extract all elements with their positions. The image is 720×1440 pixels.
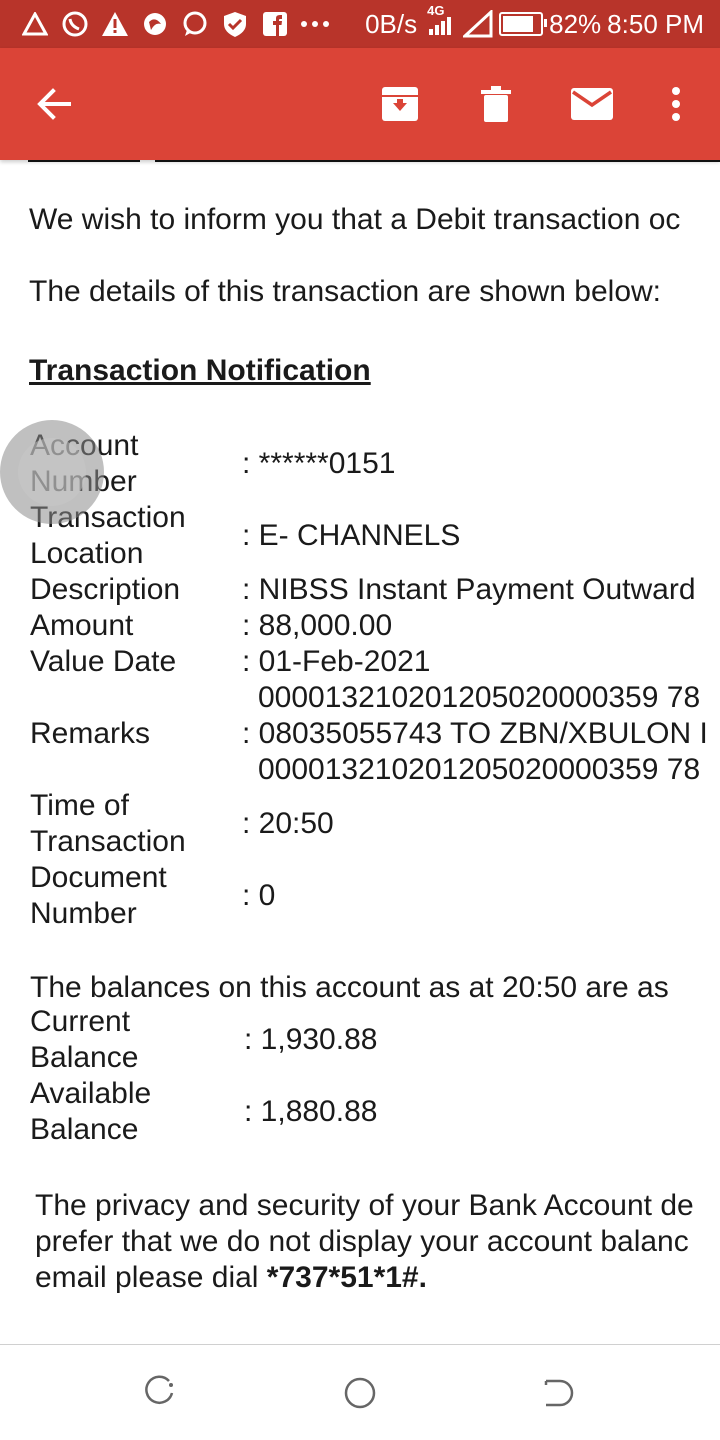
cell-signal-icon: 4G <box>423 3 457 39</box>
field-value: : 08035055743 TO ZBN/XBULON I <box>242 717 708 750</box>
chat-bubble-icon <box>180 9 210 39</box>
status-bar: 0B/s 4G 82% 8:50 PM <box>0 0 720 48</box>
email-body[interactable]: We wish to inform you that a Debit trans… <box>0 162 720 1342</box>
mark-unread-icon[interactable] <box>562 48 622 160</box>
field-label: Value Date <box>30 645 177 678</box>
privacy-line: email please dial *737*51*1#. <box>35 1260 694 1296</box>
warning-icon <box>100 9 130 39</box>
field-label: Remarks <box>30 717 151 750</box>
more-vert-icon[interactable] <box>650 48 702 160</box>
field-label: Time of Transaction <box>30 789 186 858</box>
field-value: : ******0151 <box>242 447 396 480</box>
archive-icon[interactable] <box>370 48 430 160</box>
field-label: Document Number <box>30 861 167 930</box>
whatsapp-icon <box>60 9 90 39</box>
transaction-heading: Transaction Notification <box>29 354 371 387</box>
field-label: Description <box>30 573 181 606</box>
field-label: Amount <box>30 609 134 642</box>
details-intro: The details of this transaction are show… <box>29 275 662 308</box>
field-value: 000013210201205020000359 78 <box>258 681 701 714</box>
touch-indicator <box>0 420 104 524</box>
field-value: 000013210201205020000359 78 <box>258 753 701 786</box>
bird-app-icon <box>140 9 170 39</box>
alert-triangle-outline-icon <box>20 9 50 39</box>
balances-intro: The balances on this account as at 20:50… <box>30 971 669 1004</box>
balance-label: Available Balance <box>30 1077 152 1146</box>
battery-icon <box>499 12 548 36</box>
privacy-line: The privacy and security of your Bank Ac… <box>35 1189 694 1222</box>
field-value: : E- CHANNELS <box>242 519 461 552</box>
more-dots-icon <box>300 9 330 39</box>
shield-check-icon <box>220 9 250 39</box>
home-icon[interactable] <box>340 1373 380 1413</box>
balance-value: : 1,880.88 <box>244 1095 378 1128</box>
privacy-line: prefer that we do not display your accou… <box>35 1225 689 1258</box>
privacy-line-text: email please dial <box>35 1261 267 1294</box>
intro-text: We wish to inform you that a Debit trans… <box>29 203 681 236</box>
status-right: 0B/s 4G 82% 8:50 PM <box>359 0 704 48</box>
delete-icon[interactable] <box>466 48 526 160</box>
app-bar <box>0 48 720 160</box>
field-value: : 01-Feb-2021 <box>242 645 431 678</box>
notification-icons <box>20 8 340 40</box>
back-icon[interactable] <box>538 1373 578 1413</box>
facebook-icon <box>260 9 290 39</box>
clock: 8:50 PM <box>607 8 704 39</box>
balance-label: Current Balance <box>30 1005 139 1074</box>
balance-value: : 1,930.88 <box>244 1023 378 1056</box>
back-arrow-icon[interactable] <box>20 48 90 160</box>
battery-percent: 82% <box>549 8 602 39</box>
nav-bar <box>0 1345 720 1440</box>
field-value: : 20:50 <box>242 807 334 840</box>
network-speed: 0B/s <box>365 8 418 39</box>
field-value: : NIBSS Instant Payment Outward <box>242 573 696 606</box>
field-value: : 0 <box>242 879 276 912</box>
network-type: 4G <box>427 3 445 18</box>
ussd-code[interactable]: *737*51*1#. <box>267 1261 427 1294</box>
field-value: : 88,000.00 <box>242 609 393 642</box>
recent-apps-icon[interactable] <box>142 1373 182 1413</box>
privacy-notice: The privacy and security of your Bank Ac… <box>35 1188 694 1296</box>
wifi-signal-icon <box>461 8 493 38</box>
